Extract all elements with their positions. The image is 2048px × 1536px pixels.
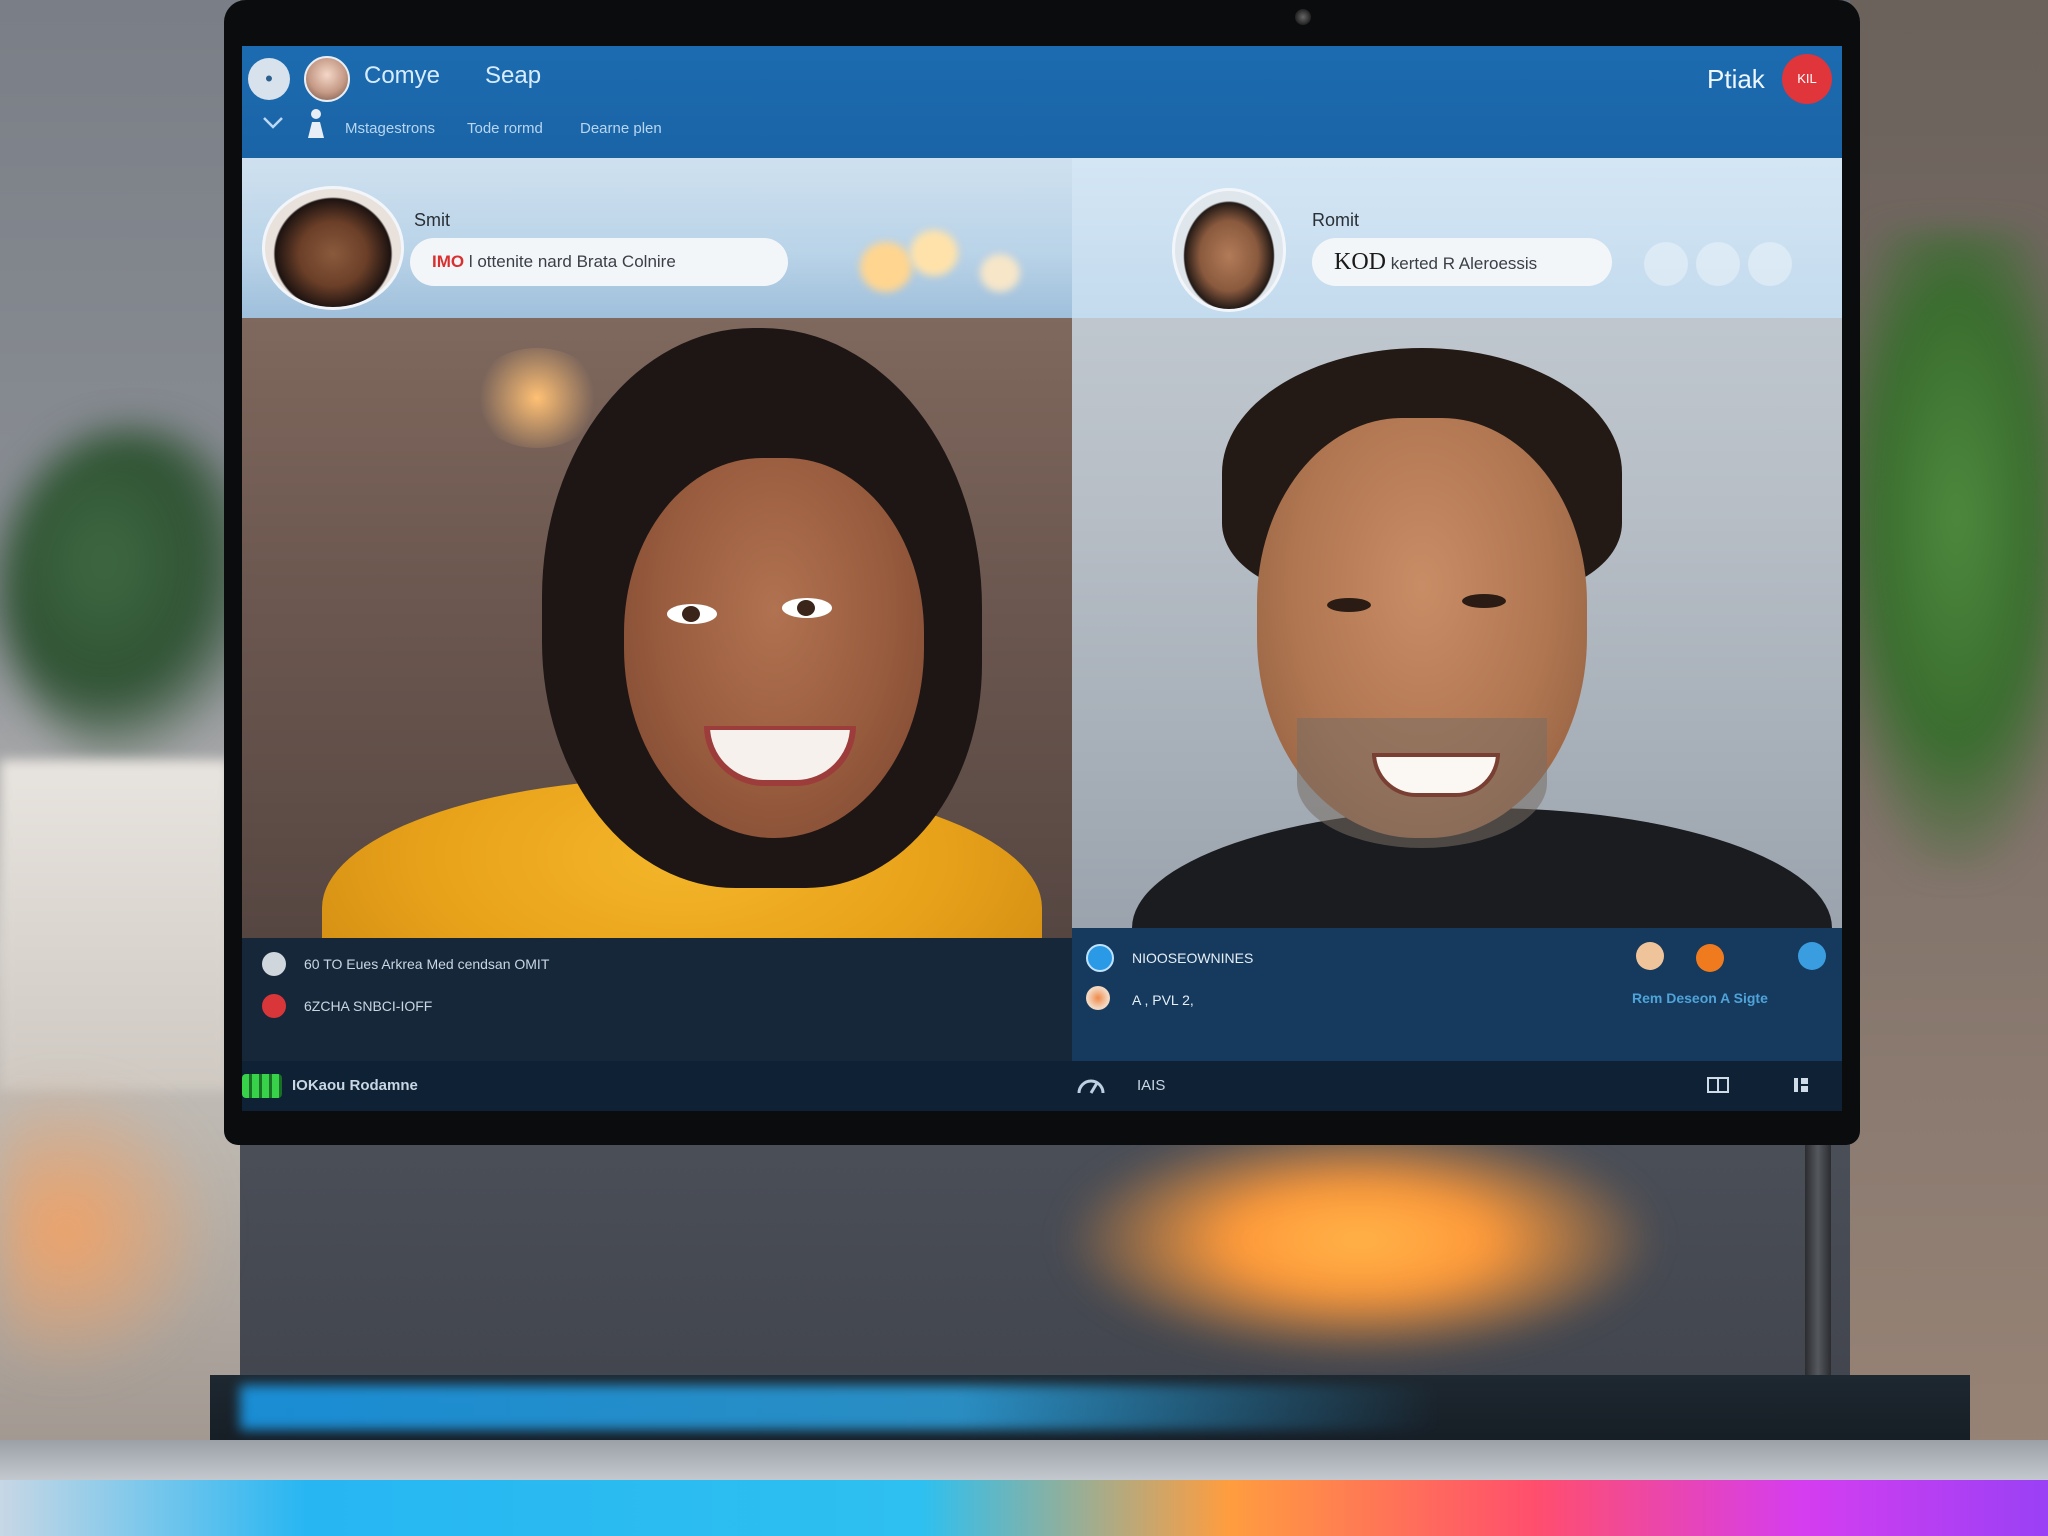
caller-1-status-code: IMO xyxy=(432,252,465,271)
settings-icon[interactable] xyxy=(1792,1076,1810,1094)
caller-2-status: KOD kerted R Aleroessis xyxy=(1312,238,1612,286)
share-icon[interactable] xyxy=(1798,942,1826,970)
call-detail-row: 60 TO Eues Arkrea Med cendsan OMIT xyxy=(304,956,550,972)
lamp-glow-left xyxy=(0,1080,220,1380)
participant-row: NIOOSEOWNINES xyxy=(1132,950,1254,966)
user-name[interactable]: Ptiak xyxy=(1707,64,1765,95)
bokeh-light xyxy=(860,242,912,292)
participant-row: A , PVL 2, xyxy=(1132,992,1194,1008)
video-call-app: • Comye Seap Mstagestrons Tode rormd Dea… xyxy=(242,46,1842,1111)
tab-seap[interactable]: Seap xyxy=(485,62,541,90)
wifi-icon xyxy=(1086,944,1114,972)
status-label: IOKaou Rodamne xyxy=(292,1077,418,1094)
end-call-button[interactable]: KIL xyxy=(1782,54,1832,104)
camera-icon[interactable] xyxy=(1696,944,1724,972)
caller-1-name: Smit xyxy=(414,210,450,230)
caller-1-eye-left xyxy=(667,604,717,624)
video-tile-caller-2[interactable]: Romit KOD kerted R Aleroessis xyxy=(1072,158,1842,938)
caller-2-status-code: KOD xyxy=(1334,249,1386,275)
layout-icon[interactable] xyxy=(1707,1077,1729,1093)
webcam-icon xyxy=(1295,9,1311,25)
caller-2-status-text: kerted R Aleroessis xyxy=(1390,254,1538,273)
info-icon xyxy=(262,952,286,976)
menu-icon: • xyxy=(265,66,273,91)
account-avatar[interactable] xyxy=(304,56,350,102)
desk-top xyxy=(0,1440,2048,1484)
app-header: • Comye Seap Mstagestrons Tode rormd Dea… xyxy=(242,46,1842,158)
app-title[interactable]: Comye xyxy=(364,62,440,90)
subnav-item-1[interactable]: Mstagestrons xyxy=(345,120,435,137)
caller-1-eye-right xyxy=(782,598,832,618)
subnav-item-2[interactable]: Tode rormd xyxy=(467,120,543,137)
menu-button[interactable]: • xyxy=(248,58,290,100)
caller-2-control-button[interactable] xyxy=(1696,242,1740,286)
bokeh-light xyxy=(910,230,958,276)
video-tile-caller-1[interactable]: Smit IMO l ottenite nard Brata Colnire xyxy=(242,158,1072,938)
caller-1-status: IMO l ottenite nard Brata Colnire xyxy=(410,238,788,286)
plant-left xyxy=(0,430,260,760)
caller-2-eye-right xyxy=(1462,594,1506,608)
caller-1-info-strip: Smit IMO l ottenite nard Brata Colnire xyxy=(242,158,1072,318)
lamp-glow xyxy=(1060,1120,1660,1360)
caller-2-control-button[interactable] xyxy=(1644,242,1688,286)
background-light xyxy=(472,348,602,448)
caller-2-info-strip: Romit KOD kerted R Aleroessis xyxy=(1072,158,1842,318)
call-detail-row: 6ZCHA SNBCI-IOFF xyxy=(304,998,433,1014)
signal-icon xyxy=(242,1074,282,1098)
desk-light-strip xyxy=(0,1480,2048,1536)
action-link[interactable]: Rem Deseon A Sigte xyxy=(1632,990,1768,1006)
caller-2-name: Romit xyxy=(1312,210,1360,230)
pot-left xyxy=(0,760,230,1090)
status-bar: IOKaou Rodamne IAIS xyxy=(242,1061,1842,1111)
caller-1-status-text: l ottenite nard Brata Colnire xyxy=(468,252,676,271)
participant-panel: NIOOSEOWNINES A , PVL 2, Rem Deseon A Si… xyxy=(1072,928,1842,1061)
speed-icon[interactable] xyxy=(1077,1075,1105,1095)
monitor-stand-post xyxy=(1805,1140,1831,1390)
status-mid-label: IAIS xyxy=(1137,1077,1166,1094)
mic-icon[interactable] xyxy=(1636,942,1664,970)
caller-2-eye-left xyxy=(1327,598,1371,612)
caller-2-avatar xyxy=(1172,188,1286,312)
subnav-item-3[interactable]: Dearne plen xyxy=(580,120,662,137)
bokeh-light xyxy=(980,254,1020,292)
chevron-down-icon[interactable] xyxy=(262,116,284,130)
caller-1-avatar xyxy=(262,186,404,310)
person-icon xyxy=(308,109,324,138)
participant-avatar xyxy=(1086,986,1110,1010)
caller-2-control-button[interactable] xyxy=(1748,242,1792,286)
plant-right xyxy=(1830,230,2048,870)
call-details-panel: 60 TO Eues Arkrea Med cendsan OMIT 6ZCHA… xyxy=(242,938,1072,1061)
record-icon[interactable] xyxy=(262,994,286,1018)
